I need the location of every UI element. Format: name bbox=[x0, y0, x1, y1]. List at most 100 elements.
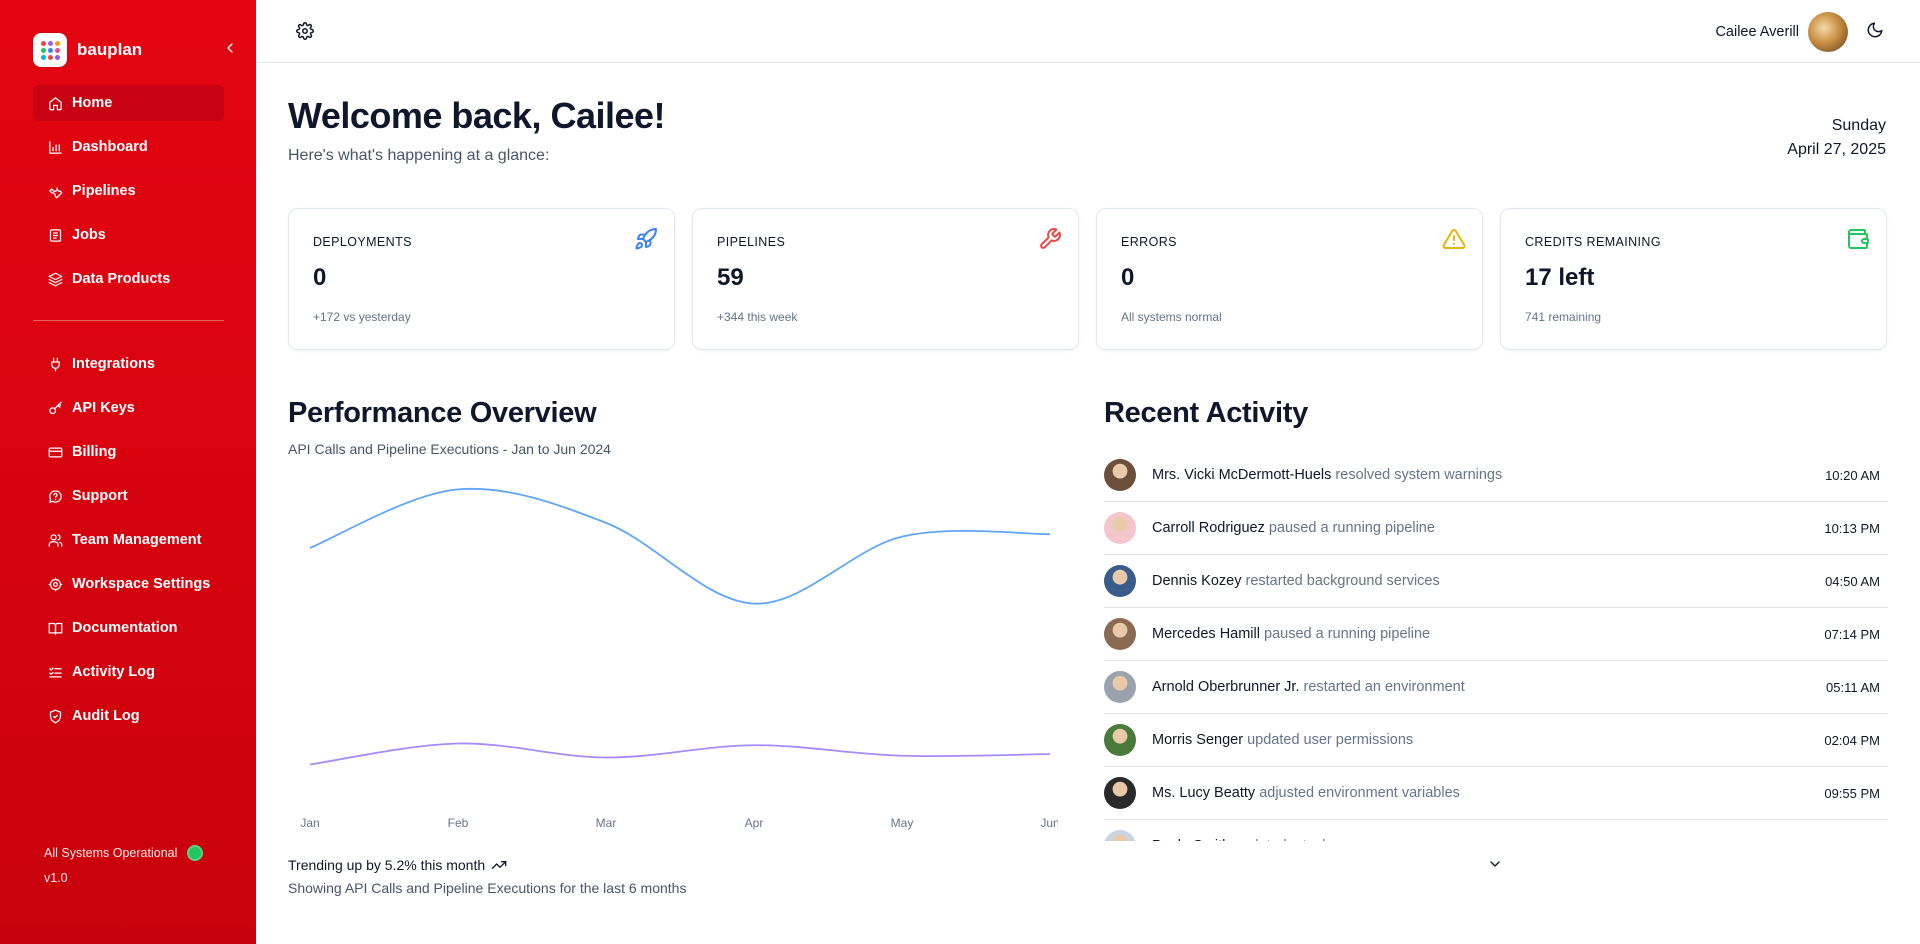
sidebar-item-label: Billing bbox=[72, 444, 117, 460]
list-check-icon bbox=[49, 667, 62, 677]
stat-card-errors[interactable]: ERRORS 0 All systems normal bbox=[1096, 208, 1483, 350]
list-item[interactable]: Dennis Kozey restarted background servic… bbox=[1104, 555, 1888, 608]
activity-title: Recent Activity bbox=[1104, 397, 1308, 429]
sidebar-item-team-management[interactable]: Team Management bbox=[33, 522, 224, 558]
card-label: ERRORS bbox=[1121, 235, 1177, 249]
sidebar-item-label: API Keys bbox=[72, 400, 135, 416]
activity-time: 07:14 PM bbox=[1824, 626, 1880, 642]
page-subtitle: Here's what's happening at a glance: bbox=[288, 147, 550, 164]
card-label: CREDITS REMAINING bbox=[1525, 235, 1661, 249]
performance-title: Performance Overview bbox=[288, 397, 597, 429]
card-value: 0 bbox=[313, 264, 327, 291]
list-item[interactable]: Morris Senger updated user permissions 02… bbox=[1104, 714, 1888, 767]
sidebar-item-api-keys[interactable]: API Keys bbox=[33, 390, 224, 426]
list-item[interactable]: Mrs. Vicki McDermott-Huels resolved syst… bbox=[1104, 449, 1888, 502]
bar-chart-icon bbox=[49, 140, 62, 154]
chat-icon bbox=[49, 489, 62, 503]
date-day: Sunday bbox=[1831, 117, 1886, 134]
chevron-down-icon[interactable] bbox=[1487, 856, 1503, 872]
sidebar-item-label: Team Management bbox=[72, 532, 202, 548]
card-sub: +344 this week bbox=[717, 310, 798, 324]
activity-time: 10:20 AM bbox=[1825, 467, 1880, 483]
activity-action: restarted an environment bbox=[1303, 679, 1465, 695]
plug-icon bbox=[51, 357, 60, 371]
sidebar-divider bbox=[33, 320, 224, 321]
card-label: DEPLOYMENTS bbox=[313, 235, 412, 249]
x-tick-label: Jun bbox=[1040, 816, 1058, 830]
stat-card-credits[interactable]: CREDITS REMAINING 17 left 741 remaining bbox=[1500, 208, 1887, 350]
series-line-1 bbox=[309, 742, 1051, 766]
trending-up-icon bbox=[491, 861, 507, 869]
sidebar-item-audit-log[interactable]: Audit Log bbox=[33, 698, 224, 734]
list-item[interactable]: Ms. Lucy Beatty adjusted environment var… bbox=[1104, 767, 1888, 820]
activity-user: Morris Senger bbox=[1152, 732, 1244, 748]
top-header: Cailee Averill bbox=[256, 0, 1920, 63]
sidebar-item-jobs[interactable]: Jobs bbox=[33, 217, 224, 253]
list-item[interactable]: Mercedes Hamill paused a running pipelin… bbox=[1104, 608, 1888, 661]
activity-text: Carroll Rodriguez paused a running pipel… bbox=[1152, 520, 1435, 536]
activity-text: Ms. Lucy Beatty adjusted environment var… bbox=[1152, 785, 1460, 801]
series-line-0 bbox=[309, 487, 1051, 605]
bauplan-logo bbox=[33, 33, 67, 67]
avatar bbox=[1104, 618, 1136, 650]
user-menu[interactable]: Cailee Averill bbox=[1715, 12, 1848, 52]
x-tick-label: Feb bbox=[448, 816, 469, 830]
sidebar-item-support[interactable]: Support bbox=[33, 478, 224, 514]
sidebar-item-data-products[interactable]: Data Products bbox=[33, 261, 224, 297]
avatar[interactable] bbox=[1808, 12, 1848, 52]
avatar bbox=[1104, 777, 1136, 809]
card-sub: +172 vs yesterday bbox=[313, 310, 411, 324]
sidebar-item-label: Pipelines bbox=[72, 183, 136, 199]
avatar bbox=[1104, 671, 1136, 703]
list-item[interactable]: Paula Smith updated a task bbox=[1104, 820, 1888, 841]
shield-icon bbox=[49, 709, 62, 723]
list-item[interactable]: Arnold Oberbrunner Jr. restarted an envi… bbox=[1104, 661, 1888, 714]
status-text: All Systems Operational bbox=[44, 846, 178, 860]
book-icon bbox=[48, 622, 63, 635]
activity-user: Paula Smith bbox=[1152, 838, 1230, 841]
warning-icon bbox=[1442, 228, 1466, 249]
user-name: Cailee Averill bbox=[1715, 24, 1799, 40]
activity-user: Mercedes Hamill bbox=[1152, 626, 1260, 642]
activity-time: 10:13 PM bbox=[1824, 520, 1880, 536]
activity-time: 05:11 AM bbox=[1826, 679, 1880, 695]
activity-user: Dennis Kozey bbox=[1152, 573, 1242, 589]
stat-card-pipelines[interactable]: PIPELINES 59 +344 this week bbox=[692, 208, 1079, 350]
avatar bbox=[1104, 724, 1136, 756]
activity-list[interactable]: Mrs. Vicki McDermott-Huels resolved syst… bbox=[1104, 449, 1888, 841]
stat-card-deployments[interactable]: DEPLOYMENTS 0 +172 vs yesterday bbox=[288, 208, 675, 350]
sidebar-item-documentation[interactable]: Documentation bbox=[33, 610, 224, 646]
sidebar-item-billing[interactable]: Billing bbox=[33, 434, 224, 470]
activity-user: Mrs. Vicki McDermott-Huels bbox=[1152, 467, 1332, 483]
sidebar-item-label: Support bbox=[72, 488, 128, 504]
brand[interactable]: bauplan bbox=[33, 33, 142, 67]
date-full: April 27, 2025 bbox=[1787, 141, 1886, 158]
activity-user: Carroll Rodriguez bbox=[1152, 520, 1265, 536]
list-item[interactable]: Carroll Rodriguez paused a running pipel… bbox=[1104, 502, 1888, 555]
sidebar-item-label: Jobs bbox=[72, 227, 106, 243]
chevron-left-icon[interactable] bbox=[222, 40, 238, 56]
card-value: 0 bbox=[1121, 264, 1135, 291]
moon-icon[interactable] bbox=[1866, 21, 1884, 39]
brand-name: bauplan bbox=[77, 40, 143, 59]
rocket-icon bbox=[635, 227, 657, 250]
activity-action: paused a running pipeline bbox=[1268, 520, 1435, 536]
settings-icon bbox=[48, 577, 63, 591]
gear-icon[interactable] bbox=[296, 22, 314, 40]
avatar bbox=[1104, 830, 1136, 841]
secondary-nav: Integrations API Keys Billing Support Te… bbox=[33, 346, 224, 742]
credit-card-icon bbox=[48, 447, 63, 457]
sidebar-item-label: Integrations bbox=[72, 356, 155, 372]
layers-icon bbox=[48, 272, 63, 286]
performance-chart: Jan Feb Mar Apr May Jun bbox=[300, 487, 1058, 830]
sidebar-item-integrations[interactable]: Integrations bbox=[33, 346, 224, 382]
activity-action: updated user permissions bbox=[1247, 732, 1414, 748]
sidebar-item-activity-log[interactable]: Activity Log bbox=[33, 654, 224, 690]
activity-action: restarted background services bbox=[1245, 573, 1440, 589]
primary-nav: Home Dashboard Pipelines Jobs Data Produ… bbox=[33, 85, 224, 305]
card-label: PIPELINES bbox=[717, 235, 786, 249]
sidebar-item-home[interactable]: Home bbox=[33, 85, 224, 121]
sidebar-item-dashboard[interactable]: Dashboard bbox=[33, 129, 224, 165]
sidebar-item-workspace-settings[interactable]: Workspace Settings bbox=[33, 566, 224, 602]
sidebar-item-pipelines[interactable]: Pipelines bbox=[33, 173, 224, 209]
